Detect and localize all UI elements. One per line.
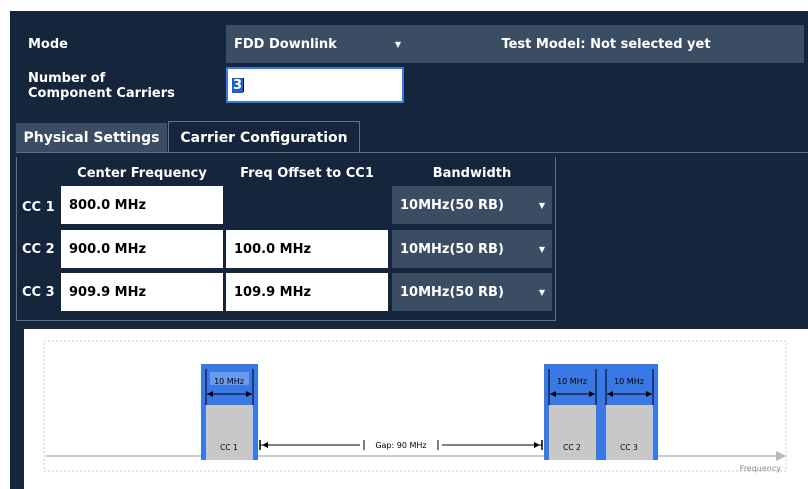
text-cursor xyxy=(243,78,245,92)
cc2-freq-offset: 100.0 MHz xyxy=(234,241,312,257)
component-carriers-label: Number of Component Carriers xyxy=(28,71,175,101)
tab-carrier-configuration-label: Carrier Configuration xyxy=(180,129,348,146)
cc2-freq-offset-field[interactable]: 100.0 MHz xyxy=(226,230,388,268)
test-model-button[interactable]: Test Model: Not selected yet xyxy=(408,25,804,63)
row-label-cc1: CC 1 xyxy=(22,200,55,215)
mode-select[interactable]: FDD Downlink ▼ xyxy=(226,25,408,63)
header-freq-offset: Freq Offset to CC1 xyxy=(240,166,374,181)
row-label-cc3: CC 3 xyxy=(22,285,55,300)
axis-arrow-icon xyxy=(776,451,786,461)
cc3-freq-offset-field[interactable]: 109.9 MHz xyxy=(226,273,388,311)
chevron-down-icon: ▼ xyxy=(394,39,401,49)
component-carriers-label-line2: Component Carriers xyxy=(28,86,175,101)
cc1-name-label: CC 1 xyxy=(220,443,238,452)
cc2-center-frequency-field[interactable]: 900.0 MHz xyxy=(61,230,223,268)
component-carriers-field[interactable]: 3 xyxy=(226,67,404,103)
tab-physical-settings-label: Physical Settings xyxy=(23,130,160,146)
cc3-name-label: CC 3 xyxy=(620,443,638,452)
component-carriers-label-line1: Number of xyxy=(28,71,106,86)
tab-carrier-configuration[interactable]: Carrier Configuration xyxy=(168,121,360,153)
gap-label: Gap: 90 MHz xyxy=(375,441,426,450)
cc1-center-frequency-field[interactable]: 800.0 MHz xyxy=(61,186,223,224)
mode-value: FDD Downlink xyxy=(234,36,337,52)
row-label-cc2: CC 2 xyxy=(22,242,55,257)
cc1-center-frequency: 800.0 MHz xyxy=(69,197,147,213)
header-center-frequency: Center Frequency xyxy=(77,166,207,181)
cc2-name-label: CC 2 xyxy=(563,443,581,452)
chevron-down-icon: ▼ xyxy=(538,287,545,297)
cc2-bandwidth: 10MHz(50 RB) xyxy=(400,241,504,257)
cc1-bw-label: 10 MHz xyxy=(214,377,244,386)
carrier-diagram-svg: 10 MHz 10 MHz 10 MHz CC 1 CC 2 CC 3 Gap:… xyxy=(43,340,787,473)
cc3-bandwidth: 10MHz(50 RB) xyxy=(400,284,504,300)
cc3-bandwidth-select[interactable]: 10MHz(50 RB) ▼ xyxy=(392,273,552,311)
header-bandwidth: Bandwidth xyxy=(432,166,512,181)
cc2-bw-label: 10 MHz xyxy=(557,377,587,386)
cc3-center-frequency: 909.9 MHz xyxy=(69,284,147,300)
carrier-diagram: 10 MHz 10 MHz 10 MHz CC 1 CC 2 CC 3 Gap:… xyxy=(24,329,808,489)
test-model-label: Test Model: Not selected yet xyxy=(501,36,711,52)
cc1-bandwidth-select[interactable]: 10MHz(50 RB) ▼ xyxy=(392,186,552,224)
cc3-freq-offset: 109.9 MHz xyxy=(234,284,312,300)
cc3-center-frequency-field[interactable]: 909.9 MHz xyxy=(61,273,223,311)
component-carriers-value: 3 xyxy=(232,77,244,93)
frequency-axis-label: Frequency xyxy=(740,464,782,473)
tab-physical-settings[interactable]: Physical Settings xyxy=(16,123,167,153)
cc1-bandwidth: 10MHz(50 RB) xyxy=(400,197,504,213)
lte-config-panel: Mode FDD Downlink ▼ Test Model: Not sele… xyxy=(10,11,808,489)
mode-label: Mode xyxy=(28,37,68,52)
cc3-bw-label: 10 MHz xyxy=(614,377,644,386)
cc2-bandwidth-select[interactable]: 10MHz(50 RB) ▼ xyxy=(392,230,552,268)
chevron-down-icon: ▼ xyxy=(538,244,545,254)
cc2-center-frequency: 900.0 MHz xyxy=(69,241,147,257)
chevron-down-icon: ▼ xyxy=(538,200,545,210)
